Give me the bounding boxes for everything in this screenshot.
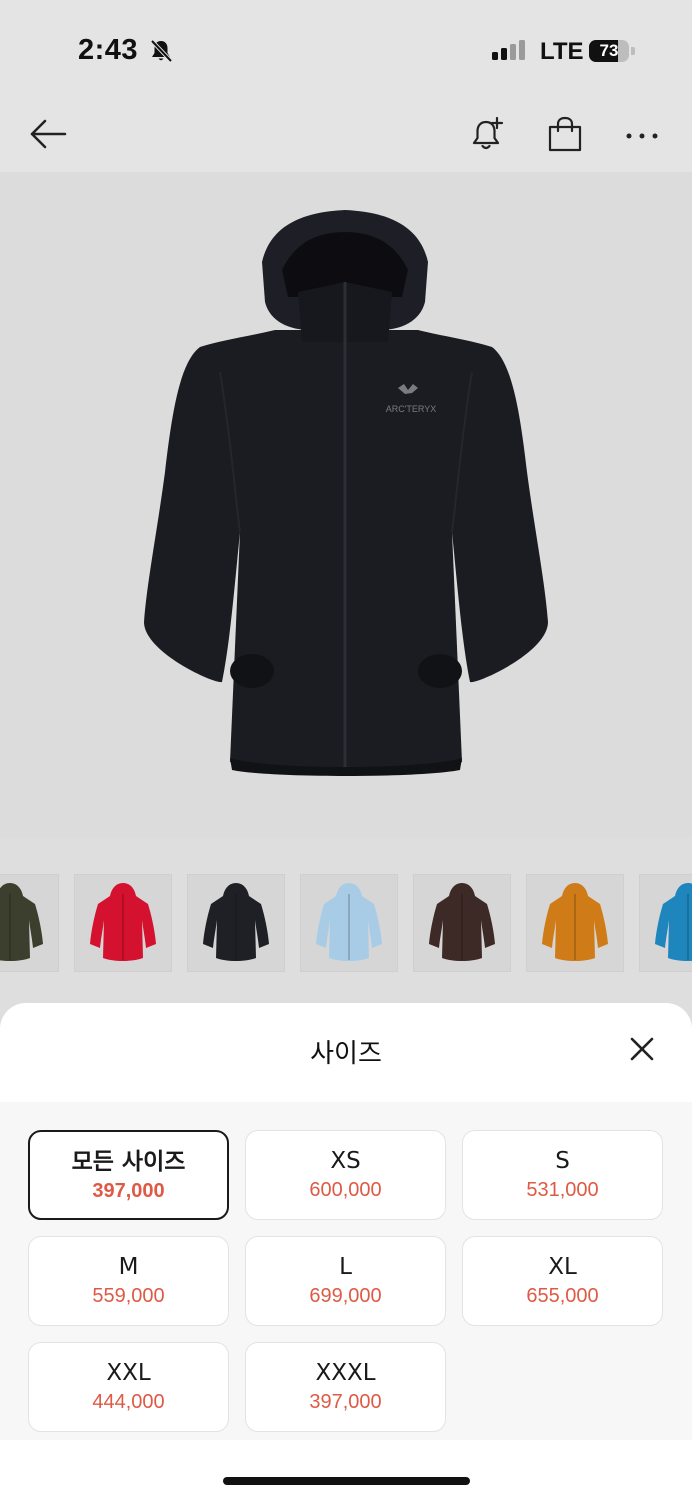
network-type: LTE — [540, 38, 584, 65]
size-price: 699,000 — [309, 1285, 382, 1307]
color-thumbnail[interactable] — [639, 874, 692, 972]
size-label: L — [339, 1254, 352, 1280]
color-thumbnail[interactable] — [526, 874, 624, 972]
top-navigation — [0, 100, 692, 172]
size-price: 655,000 — [526, 1285, 599, 1307]
size-label: XXL — [106, 1360, 151, 1386]
shopping-bag-icon — [547, 115, 583, 158]
size-price: 397,000 — [92, 1180, 165, 1202]
color-thumbnail[interactable] — [413, 874, 511, 972]
sheet-title: 사이즈 — [310, 1039, 382, 1069]
size-option-s[interactable]: S 531,000 — [462, 1130, 663, 1220]
close-icon — [629, 1036, 655, 1067]
size-bottom-sheet: 사이즈 모든 사이즈 397,000 XS 600,000 S 531,000 … — [0, 1003, 692, 1500]
status-bar: 2:43 LTE 73 — [0, 0, 692, 100]
size-label: M — [118, 1254, 139, 1280]
size-option-xl[interactable]: XL 655,000 — [462, 1236, 663, 1326]
jacket-thumbnail-image — [429, 883, 495, 961]
color-thumbnail[interactable] — [74, 874, 172, 972]
color-thumbnail[interactable] — [300, 874, 398, 972]
size-label: XL — [548, 1254, 577, 1280]
close-button[interactable] — [620, 1029, 664, 1073]
size-price: 559,000 — [92, 1285, 165, 1307]
jacket-thumbnail-image — [0, 883, 43, 961]
size-label: S — [555, 1148, 570, 1174]
size-price: 397,000 — [309, 1391, 382, 1413]
cellular-signal-icon — [492, 40, 525, 60]
more-horizontal-icon — [625, 127, 659, 145]
color-thumbnail-strip — [0, 838, 692, 1008]
home-indicator[interactable] — [223, 1477, 470, 1485]
size-option-m[interactable]: M 559,000 — [28, 1236, 229, 1326]
size-label: XS — [330, 1148, 361, 1174]
jacket-thumbnail-image — [316, 883, 382, 961]
size-option-l[interactable]: L 699,000 — [245, 1236, 446, 1326]
color-thumbnail[interactable] — [0, 874, 59, 972]
price-alert-button[interactable] — [460, 100, 516, 172]
shopping-bag-button[interactable] — [537, 100, 593, 172]
arrow-left-icon — [28, 118, 68, 155]
more-options-button[interactable] — [614, 100, 670, 172]
battery-tip — [631, 47, 635, 55]
svg-text:ARC'TERYX: ARC'TERYX — [386, 404, 437, 414]
size-label: 모든 사이즈 — [71, 1149, 186, 1175]
size-option-xxxl[interactable]: XXXL 397,000 — [245, 1342, 446, 1432]
bell-plus-icon — [468, 114, 508, 159]
status-time: 2:43 — [78, 34, 139, 66]
jacket-image: ARC'TERYX — [144, 210, 548, 776]
jacket-thumbnail-image — [203, 883, 269, 961]
jacket-thumbnail-image — [90, 883, 156, 961]
size-option-all[interactable]: 모든 사이즈 397,000 — [28, 1130, 229, 1220]
size-label: XXXL — [315, 1360, 376, 1386]
size-price: 600,000 — [309, 1179, 382, 1201]
color-thumbnail[interactable] — [187, 874, 285, 972]
size-option-xs[interactable]: XS 600,000 — [245, 1130, 446, 1220]
jacket-thumbnail-image — [655, 883, 692, 961]
battery-icon: 73 — [589, 40, 629, 62]
back-button[interactable] — [20, 100, 76, 172]
battery-percent: 73 — [599, 41, 619, 60]
size-options-grid: 모든 사이즈 397,000 XS 600,000 S 531,000 M 55… — [0, 1102, 692, 1440]
size-price: 531,000 — [526, 1179, 599, 1201]
bell-slash-icon — [148, 38, 174, 69]
size-price: 444,000 — [92, 1391, 165, 1413]
size-option-xxl[interactable]: XXL 444,000 — [28, 1342, 229, 1432]
jacket-thumbnail-image — [542, 883, 608, 961]
product-image[interactable]: ARC'TERYX — [0, 172, 692, 838]
